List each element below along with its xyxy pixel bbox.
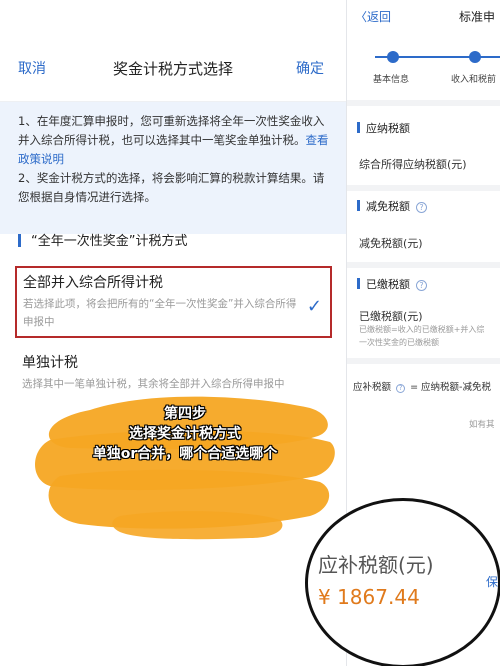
checkmark-icon: ✓ [306, 296, 322, 317]
back-button[interactable]: 〈返回 [355, 8, 391, 25]
step-label-1: 基本信息 [373, 75, 410, 85]
formula-label: 应补税额 [353, 382, 392, 393]
paid-title-text: 已缴税额 [366, 278, 410, 291]
modal-title: 奖金计税方式选择 [112, 60, 233, 78]
step-dot-1 [387, 51, 399, 63]
option-title: 单独计税 [22, 355, 78, 371]
option-desc: 选择其中一笔单独计税，其余将全部并入综合所得申报中 [22, 378, 285, 390]
notice-line-2: 2、奖金计税方式的选择，将会影响汇算的税款计算结果。请您根据自身情况进行选择。 [18, 171, 325, 204]
mag-label: 应补税额(元) [318, 553, 434, 577]
paid-row: 已缴税额(元) [359, 310, 423, 323]
divider [347, 100, 500, 106]
annotation-line-3: 单独or合并，哪个合适选哪个 [92, 446, 278, 462]
help-icon[interactable]: ? [396, 384, 406, 393]
reduce-title-text: 减免税额 [366, 200, 410, 213]
section-title-text: “全年一次性奖金”计税方式 [31, 234, 188, 249]
bonus-tax-modal: 取消 奖金计税方式选择 确定 1、在年度汇算申报时，您可重新选择将全年一次性奖金… [0, 34, 346, 634]
help-icon[interactable]: ? [416, 202, 427, 213]
section-bar [18, 234, 21, 247]
option-desc: 若选择此项，将会把所有的“全年一次性奖金”并入综合所得申报中 [23, 298, 297, 328]
mag-save-button: 保 [486, 575, 499, 589]
hint-text: 如有其 [469, 420, 495, 430]
option-merge[interactable]: 全部并入综合所得计税 若选择此项，将会把所有的“全年一次性奖金”并入综合所得申报… [15, 266, 332, 338]
annotation-line-1: 第四步 [164, 406, 206, 422]
nav-bar: 〈返回 标准申 [347, 0, 500, 34]
reduce-row: 减免税额(元) [359, 237, 423, 250]
payable-section-title: 应纳税额 [357, 120, 410, 136]
annotation-text: 第四步 选择奖金计税方式 单独or合并，哪个合适选哪个 [40, 404, 330, 464]
help-icon[interactable]: ? [416, 280, 427, 291]
paid-section-title: 已缴税额? [357, 276, 427, 292]
notice-box: 1、在年度汇算申报时，您可重新选择将全年一次性奖金收入并入综合所得计税，也可以选… [0, 102, 346, 234]
option-title: 全部并入综合所得计税 [23, 275, 163, 291]
step-dot-2 [469, 51, 481, 63]
section-bar [357, 122, 360, 133]
section-bar [357, 200, 360, 211]
paid-note-1: 已缴税额=收入的已缴税额+并入综 [359, 325, 485, 334]
section-bar [357, 278, 360, 289]
mag-amount: ¥ 1867.44 [318, 585, 420, 609]
section-title: “全年一次性奖金”计税方式 [18, 230, 187, 249]
divider [347, 185, 500, 191]
screen-title: 标准申 [459, 10, 496, 24]
formula-line: 应补税额 ? = 应纳税额-减免税 [353, 379, 491, 393]
progress-steps: 基本信息 收入和税前 [347, 40, 500, 90]
divider [347, 262, 500, 268]
reduce-section-title: 减免税额? [357, 198, 427, 214]
payable-row: 综合所得应纳税额(元) [359, 158, 467, 171]
confirm-button[interactable]: 确定 [296, 58, 324, 78]
payable-title-text: 应纳税额 [366, 122, 410, 135]
magnifier-circle: 应补税额(元) ¥ 1867.44 保 [305, 498, 500, 666]
paid-note-2: 一次性奖金的已缴税额 [359, 338, 439, 347]
divider [347, 358, 500, 364]
formula-text: = 应纳税额-减免税 [410, 382, 491, 393]
annotation-line-2: 选择奖金计税方式 [129, 426, 241, 442]
step-label-2: 收入和税前 [451, 75, 497, 85]
modal-header: 取消 奖金计税方式选择 确定 [0, 34, 346, 102]
notice-line-1: 1、在年度汇算申报时，您可重新选择将全年一次性奖金收入并入综合所得计税，也可以选… [18, 114, 325, 147]
